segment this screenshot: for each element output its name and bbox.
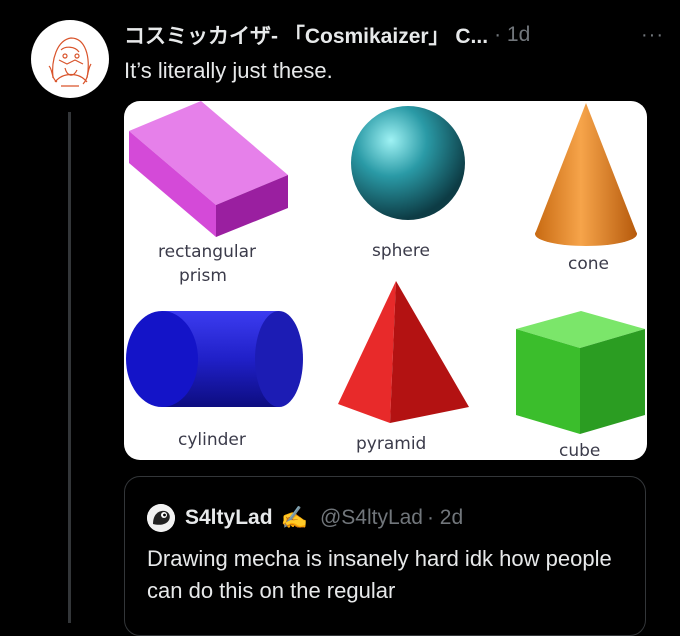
- quoted-tweet[interactable]: S4ltyLad ✍️ @S4ltyLad · 2d Drawing mecha…: [124, 476, 646, 636]
- tweet-media-image[interactable]: rectangular prism sphere cone cylinder p…: [124, 101, 647, 460]
- cube-label: cube: [559, 441, 600, 460]
- quoted-tweet-text: Drawing mecha is insanely hard idk how p…: [147, 546, 612, 603]
- rectangular-prism-label-line2: prism: [179, 266, 227, 286]
- rectangular-prism-label: rectangular: [158, 242, 256, 262]
- pyramid-label: pyramid: [356, 434, 426, 454]
- quoted-author-handle[interactable]: @S4ltyLad: [320, 506, 423, 530]
- more-horizontal-icon[interactable]: ···: [641, 24, 664, 47]
- sketch-avatar-icon: [48, 37, 92, 87]
- cube-shape: [516, 311, 645, 434]
- cylinder-label: cylinder: [178, 430, 246, 450]
- quoted-tweet-timestamp[interactable]: · 2d: [427, 506, 463, 530]
- cone-shape: [535, 103, 637, 246]
- writing-hand-icon: ✍️: [280, 505, 308, 530]
- bird-avatar-icon: [147, 504, 175, 532]
- tweet-header: コスミッカイザ- 「Cosmikaizer」 C... · 1d ···: [124, 20, 664, 50]
- pyramid-shape: [338, 281, 469, 423]
- quoted-author-name[interactable]: S4ltyLad: [185, 506, 273, 530]
- sphere-label: sphere: [372, 241, 430, 261]
- quoted-author-avatar[interactable]: [147, 504, 175, 532]
- tweet-timestamp[interactable]: · 1d: [494, 23, 530, 47]
- sphere-shape: [351, 106, 465, 220]
- tweet-text: It’s literally just these.: [124, 58, 333, 83]
- author-display-name[interactable]: コスミッカイザ- 「Cosmikaizer」 C...: [124, 20, 488, 50]
- author-avatar[interactable]: [31, 20, 109, 98]
- cone-label: cone: [568, 254, 609, 274]
- quoted-tweet-header: S4ltyLad ✍️ @S4ltyLad · 2d: [147, 504, 463, 532]
- cylinder-shape: [126, 311, 303, 407]
- rectangular-prism-shape: [129, 101, 288, 237]
- thread-line: [68, 112, 71, 623]
